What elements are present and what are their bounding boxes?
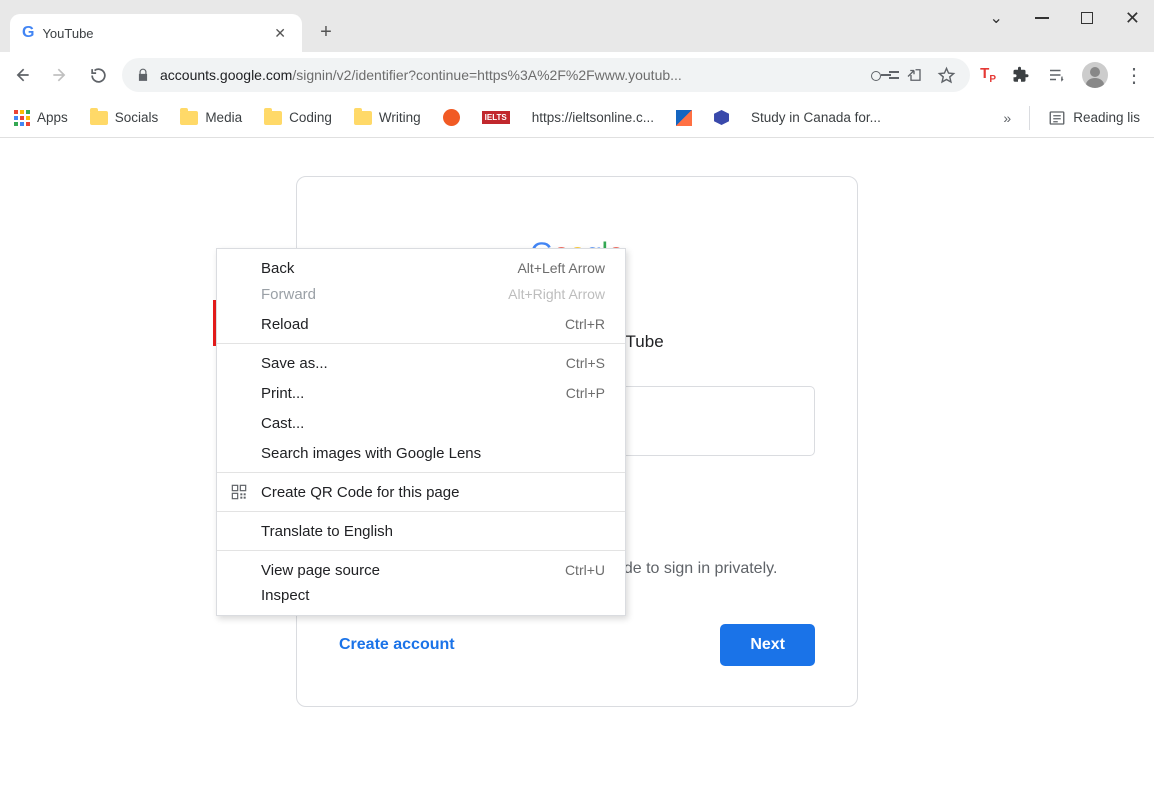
divider bbox=[1029, 106, 1030, 130]
context-menu-label: Search images with Google Lens bbox=[261, 445, 605, 462]
tab-title: YouTube bbox=[42, 26, 270, 41]
site-icon bbox=[443, 109, 460, 126]
context-menu-label: Translate to English bbox=[261, 523, 605, 540]
profile-avatar[interactable] bbox=[1082, 62, 1108, 88]
new-tab-button[interactable]: + bbox=[310, 16, 342, 48]
context-menu-inspect[interactable]: Inspect bbox=[217, 585, 625, 615]
folder-icon bbox=[354, 111, 372, 125]
context-menu-label: View page source bbox=[261, 562, 565, 579]
browser-tab[interactable]: G YouTube ✕ bbox=[10, 14, 302, 52]
tab-close-icon[interactable]: ✕ bbox=[270, 21, 290, 46]
tab-strip: G YouTube ✕ + ⌄ ✕ bbox=[0, 0, 1154, 52]
context-menu-accel: Ctrl+S bbox=[566, 355, 605, 371]
site-icon bbox=[714, 110, 729, 125]
bookmark-icon-3[interactable] bbox=[676, 110, 692, 126]
reading-list-button[interactable]: Reading lis bbox=[1048, 109, 1140, 127]
window-controls: ⌄ ✕ bbox=[990, 0, 1154, 36]
toolbar-right: TP ⋮ bbox=[980, 62, 1146, 88]
bookmark-writing[interactable]: Writing bbox=[354, 110, 421, 125]
bookmarks-overflow-icon[interactable]: » bbox=[1003, 110, 1011, 126]
kebab-menu-icon[interactable]: ⋮ bbox=[1124, 63, 1142, 88]
folder-icon bbox=[180, 111, 198, 125]
window-close-icon[interactable]: ✕ bbox=[1125, 8, 1140, 29]
share-icon[interactable] bbox=[905, 66, 923, 84]
site-icon: IELTS bbox=[482, 111, 510, 124]
context-menu-accel: Alt+Right Arrow bbox=[508, 286, 605, 302]
media-control-icon[interactable] bbox=[1046, 66, 1066, 84]
chevron-down-icon[interactable]: ⌄ bbox=[990, 8, 1003, 28]
qr-code-icon bbox=[231, 484, 249, 500]
signin-actions: Create account Next bbox=[339, 624, 815, 666]
context-menu-accel: Ctrl+P bbox=[566, 385, 605, 401]
context-menu-print[interactable]: Print... Ctrl+P bbox=[217, 378, 625, 408]
url-text: accounts.google.com/signin/v2/identifier… bbox=[160, 67, 861, 83]
extensions-icon[interactable] bbox=[1012, 66, 1030, 84]
forward-button[interactable] bbox=[46, 61, 74, 89]
site-icon bbox=[676, 110, 692, 126]
tab-favicon: G bbox=[22, 25, 34, 41]
context-menu-label: Forward bbox=[261, 286, 508, 303]
context-menu-label: Print... bbox=[261, 385, 566, 402]
back-button[interactable] bbox=[8, 61, 36, 89]
folder-icon bbox=[264, 111, 282, 125]
context-menu-label: Back bbox=[261, 260, 517, 277]
address-bar[interactable]: accounts.google.com/signin/v2/identifier… bbox=[122, 58, 970, 92]
bookmark-icon-2[interactable]: IELTS bbox=[482, 111, 510, 124]
window-minimize-icon[interactable] bbox=[1035, 17, 1049, 19]
bookmark-coding[interactable]: Coding bbox=[264, 110, 332, 125]
list-icon bbox=[1048, 109, 1066, 127]
context-menu-back[interactable]: Back Alt+Left Arrow bbox=[217, 249, 625, 279]
bookmark-ielts-link[interactable]: https://ieltsonline.c... bbox=[532, 110, 654, 125]
context-menu-separator bbox=[217, 511, 625, 512]
toolbar: accounts.google.com/signin/v2/identifier… bbox=[0, 52, 1154, 98]
next-button[interactable]: Next bbox=[720, 624, 815, 666]
bookmark-media[interactable]: Media bbox=[180, 110, 242, 125]
apps-grid-icon bbox=[14, 110, 30, 126]
context-menu-accel: Ctrl+R bbox=[565, 316, 605, 332]
context-menu-label: Save as... bbox=[261, 355, 566, 372]
bookmarks-bar: Apps Socials Media Coding Writing IELTS … bbox=[0, 98, 1154, 138]
apps-button[interactable]: Apps bbox=[14, 110, 68, 126]
reload-icon bbox=[89, 66, 108, 85]
window-maximize-icon[interactable] bbox=[1081, 12, 1093, 24]
context-menu-separator bbox=[217, 472, 625, 473]
bookmark-study-canada[interactable]: Study in Canada for... bbox=[751, 110, 881, 125]
context-menu-forward: Forward Alt+Right Arrow bbox=[217, 279, 625, 309]
bookmark-icon-1[interactable] bbox=[443, 109, 460, 126]
context-menu-label: Create QR Code for this page bbox=[261, 484, 605, 501]
context-menu-separator bbox=[217, 343, 625, 344]
lock-icon bbox=[136, 67, 150, 83]
folder-icon bbox=[90, 111, 108, 125]
context-menu-reload[interactable]: Reload Ctrl+R bbox=[217, 309, 625, 339]
context-menu-label: Inspect bbox=[261, 587, 605, 604]
context-menu-lens[interactable]: Search images with Google Lens bbox=[217, 438, 625, 468]
context-menu-saveas[interactable]: Save as... Ctrl+S bbox=[217, 348, 625, 378]
context-menu-source[interactable]: View page source Ctrl+U bbox=[217, 555, 625, 585]
context-menu-label: Reload bbox=[261, 316, 565, 333]
context-menu: Back Alt+Left Arrow Forward Alt+Right Ar… bbox=[216, 248, 626, 616]
extension-tp-icon[interactable]: TP bbox=[980, 65, 996, 85]
bookmark-socials[interactable]: Socials bbox=[90, 110, 159, 125]
context-menu-qr[interactable]: Create QR Code for this page bbox=[217, 477, 625, 507]
bookmark-icon-4[interactable] bbox=[714, 110, 729, 125]
reload-button[interactable] bbox=[84, 61, 112, 89]
context-menu-separator bbox=[217, 550, 625, 551]
context-menu-accel: Ctrl+U bbox=[565, 562, 605, 578]
apps-label: Apps bbox=[37, 110, 68, 125]
context-menu-translate[interactable]: Translate to English bbox=[217, 516, 625, 546]
context-menu-cast[interactable]: Cast... bbox=[217, 408, 625, 438]
arrow-left-icon bbox=[12, 65, 32, 85]
context-menu-accel: Alt+Left Arrow bbox=[517, 260, 605, 276]
context-menu-label: Cast... bbox=[261, 415, 605, 432]
arrow-right-icon bbox=[50, 65, 70, 85]
create-account-link[interactable]: Create account bbox=[339, 636, 455, 654]
star-icon[interactable] bbox=[937, 66, 956, 85]
password-key-icon[interactable] bbox=[871, 69, 891, 81]
